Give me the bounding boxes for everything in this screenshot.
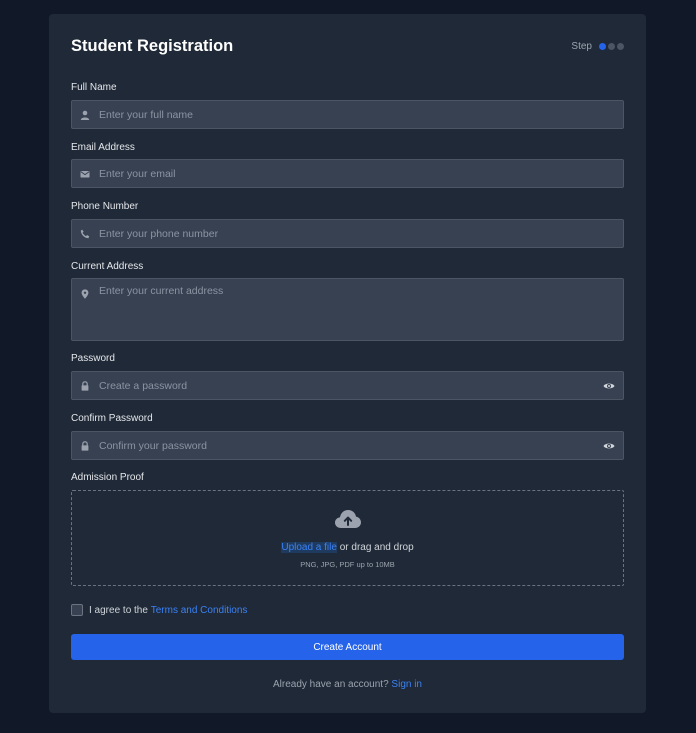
eye-icon[interactable] xyxy=(603,381,615,391)
password-field[interactable] xyxy=(71,371,624,400)
confirm-password-label: Confirm Password xyxy=(71,413,153,424)
confirm-password-input[interactable] xyxy=(99,432,589,459)
map-pin-icon xyxy=(81,289,89,299)
terms-row: I agree to the Terms and Conditions xyxy=(71,604,247,616)
upload-hint: PNG, JPG, PDF up to 10MB xyxy=(300,560,395,569)
signin-prefix: Already have an account? xyxy=(273,679,392,690)
drag-drop-text: or drag and drop xyxy=(336,542,414,553)
signin-row: Already have an account? Sign in xyxy=(49,679,646,690)
file-drop-zone[interactable]: Upload a file or drag and drop PNG, JPG,… xyxy=(71,490,624,586)
cloud-upload-icon xyxy=(335,510,361,528)
create-account-button[interactable]: Create Account xyxy=(71,634,624,660)
upload-file-link[interactable]: Upload a file xyxy=(281,542,337,553)
upload-instructions: Upload a file or drag and drop xyxy=(72,542,623,553)
terms-link[interactable]: Terms and Conditions xyxy=(151,605,248,616)
envelope-icon xyxy=(80,170,90,177)
phone-label: Phone Number xyxy=(71,201,139,212)
email-field[interactable] xyxy=(71,159,624,188)
lock-icon xyxy=(81,440,89,451)
eye-icon[interactable] xyxy=(603,441,615,451)
confirm-password-field[interactable] xyxy=(71,431,624,460)
signin-link[interactable]: Sign in xyxy=(391,679,422,690)
phone-input[interactable] xyxy=(99,220,589,247)
phone-field[interactable] xyxy=(71,219,624,248)
email-label: Email Address xyxy=(71,142,135,153)
user-icon xyxy=(80,110,90,120)
address-input[interactable] xyxy=(99,285,589,335)
terms-prefix: I agree to the xyxy=(89,604,151,616)
full-name-field[interactable] xyxy=(71,100,624,129)
email-input[interactable] xyxy=(99,160,589,187)
terms-checkbox[interactable] xyxy=(71,604,83,616)
phone-icon xyxy=(80,229,90,238)
password-label: Password xyxy=(71,353,115,364)
address-label: Current Address xyxy=(71,261,144,272)
address-field[interactable] xyxy=(71,278,624,341)
lock-icon xyxy=(81,380,89,391)
password-input[interactable] xyxy=(99,372,589,399)
form-body: Full Name Email Address Phone Number Cur… xyxy=(49,14,646,713)
full-name-label: Full Name xyxy=(71,82,117,93)
full-name-input[interactable] xyxy=(99,101,589,128)
admission-proof-label: Admission Proof xyxy=(71,472,144,483)
